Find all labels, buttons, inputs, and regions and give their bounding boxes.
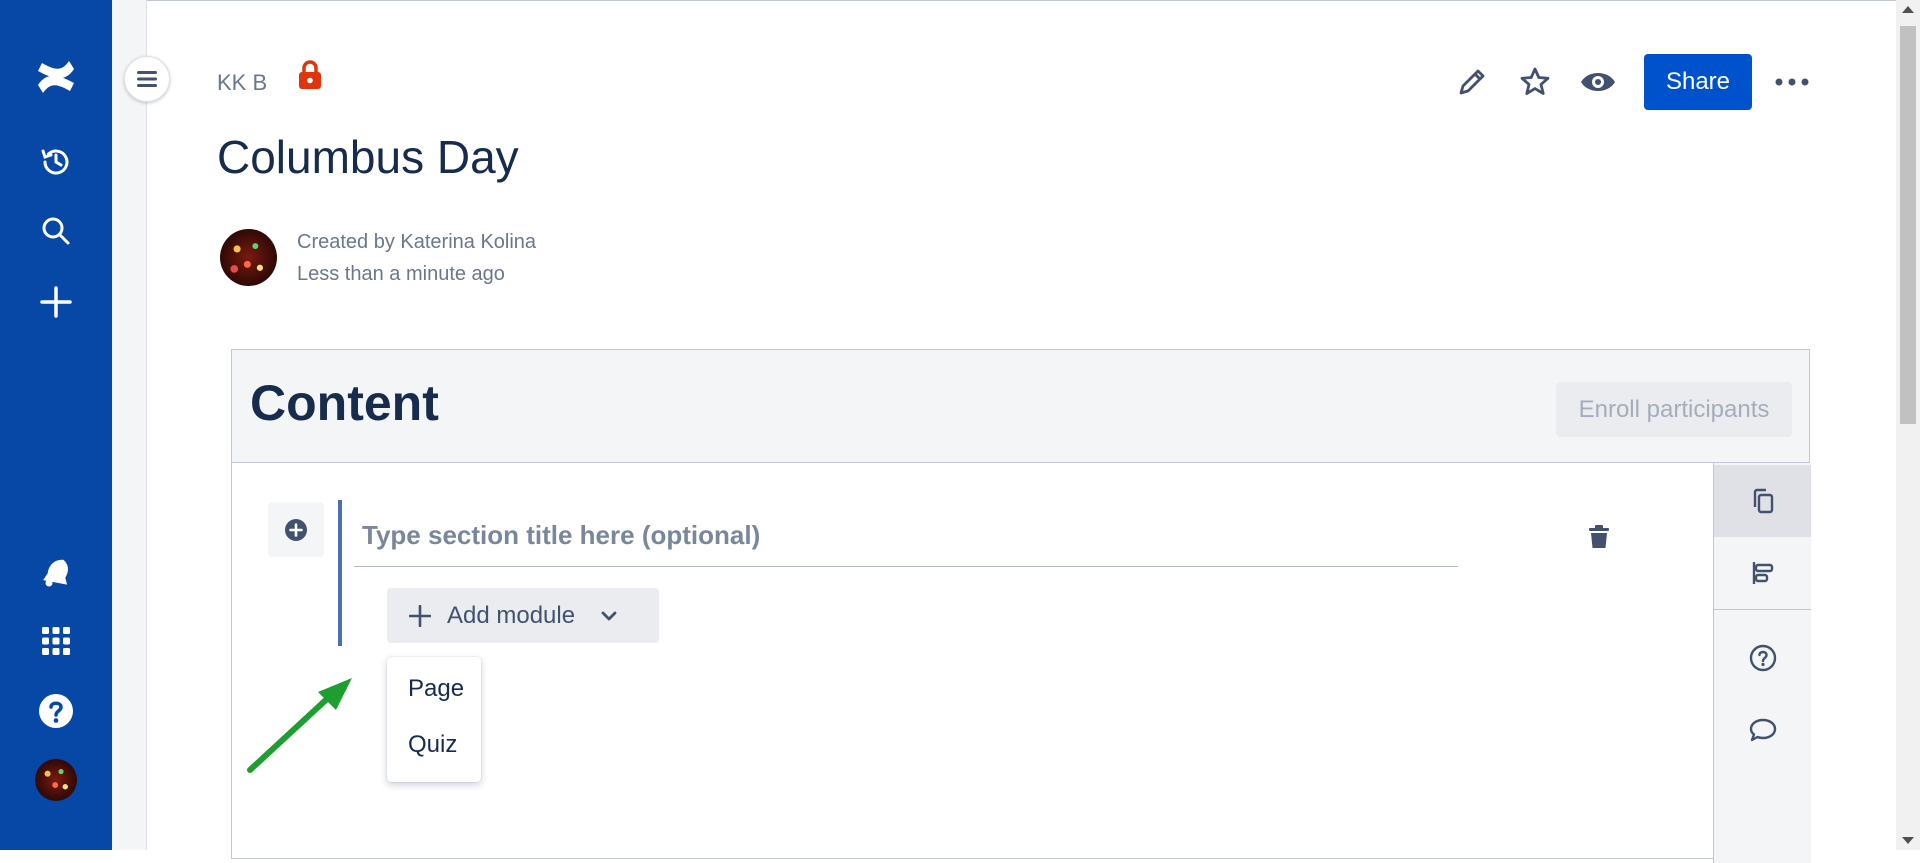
page-title: Columbus Day <box>217 131 519 183</box>
add-module-menu: Page Quiz <box>387 657 481 782</box>
sidebar-rail <box>112 0 147 850</box>
help-circle-icon[interactable] <box>1714 622 1811 694</box>
recent-history-icon[interactable] <box>32 138 80 186</box>
enroll-participants-button[interactable]: Enroll participants <box>1556 382 1792 437</box>
menu-icon <box>137 71 157 87</box>
add-module-label: Add module <box>447 601 576 629</box>
sidebar-toggle-button[interactable] <box>124 56 170 102</box>
author-avatar[interactable] <box>220 229 277 286</box>
notifications-icon[interactable] <box>32 547 80 595</box>
menu-item-page[interactable]: Page <box>408 675 464 703</box>
section-title-underline <box>354 566 1458 567</box>
section-title-input[interactable]: Type section title here (optional) <box>362 520 760 551</box>
delete-section-icon[interactable] <box>1588 525 1610 554</box>
help-icon[interactable] <box>32 687 80 735</box>
edit-pencil-icon[interactable] <box>1452 62 1492 102</box>
chevron-down-icon <box>601 611 617 620</box>
user-avatar[interactable] <box>32 756 80 804</box>
confluence-logo-icon[interactable] <box>32 53 80 101</box>
comment-icon[interactable] <box>1714 694 1811 766</box>
created-by-text[interactable]: Created by Katerina Kolina <box>297 231 536 254</box>
global-nav <box>0 0 112 850</box>
scroll-thumb[interactable] <box>1900 26 1916 424</box>
more-actions-icon[interactable] <box>1772 62 1812 102</box>
page-scrollbar[interactable] <box>1896 0 1920 850</box>
app-switcher-icon[interactable] <box>32 617 80 665</box>
side-toolbar <box>1713 463 1811 863</box>
search-icon[interactable] <box>32 207 80 255</box>
toolbar-divider <box>1714 609 1811 610</box>
align-icon[interactable] <box>1714 537 1811 609</box>
scroll-up-icon[interactable] <box>1902 6 1914 13</box>
scroll-down-icon[interactable] <box>1902 837 1914 844</box>
last-updated-text: Less than a minute ago <box>297 263 505 285</box>
watch-eye-icon[interactable] <box>1578 62 1618 102</box>
top-border <box>147 0 1920 1</box>
content-title: Content <box>250 375 439 431</box>
restriction-lock-icon[interactable] <box>298 60 322 95</box>
add-module-button[interactable]: Add module <box>387 588 659 643</box>
annotation-arrow-icon <box>247 678 352 773</box>
plus-circle-icon <box>285 518 307 541</box>
star-icon[interactable] <box>1515 62 1555 102</box>
menu-item-quiz[interactable]: Quiz <box>408 731 457 759</box>
content-panel: Content Enroll participants Type section… <box>231 349 1811 863</box>
content-header: Content Enroll participants <box>232 350 1809 463</box>
add-section-button[interactable] <box>268 502 324 557</box>
share-button[interactable]: Share <box>1644 54 1752 110</box>
copy-icon[interactable] <box>1714 465 1811 537</box>
create-plus-icon[interactable] <box>32 278 80 326</box>
breadcrumb[interactable]: KK B <box>217 70 267 96</box>
section-indicator <box>338 500 342 646</box>
plus-icon <box>409 604 431 627</box>
